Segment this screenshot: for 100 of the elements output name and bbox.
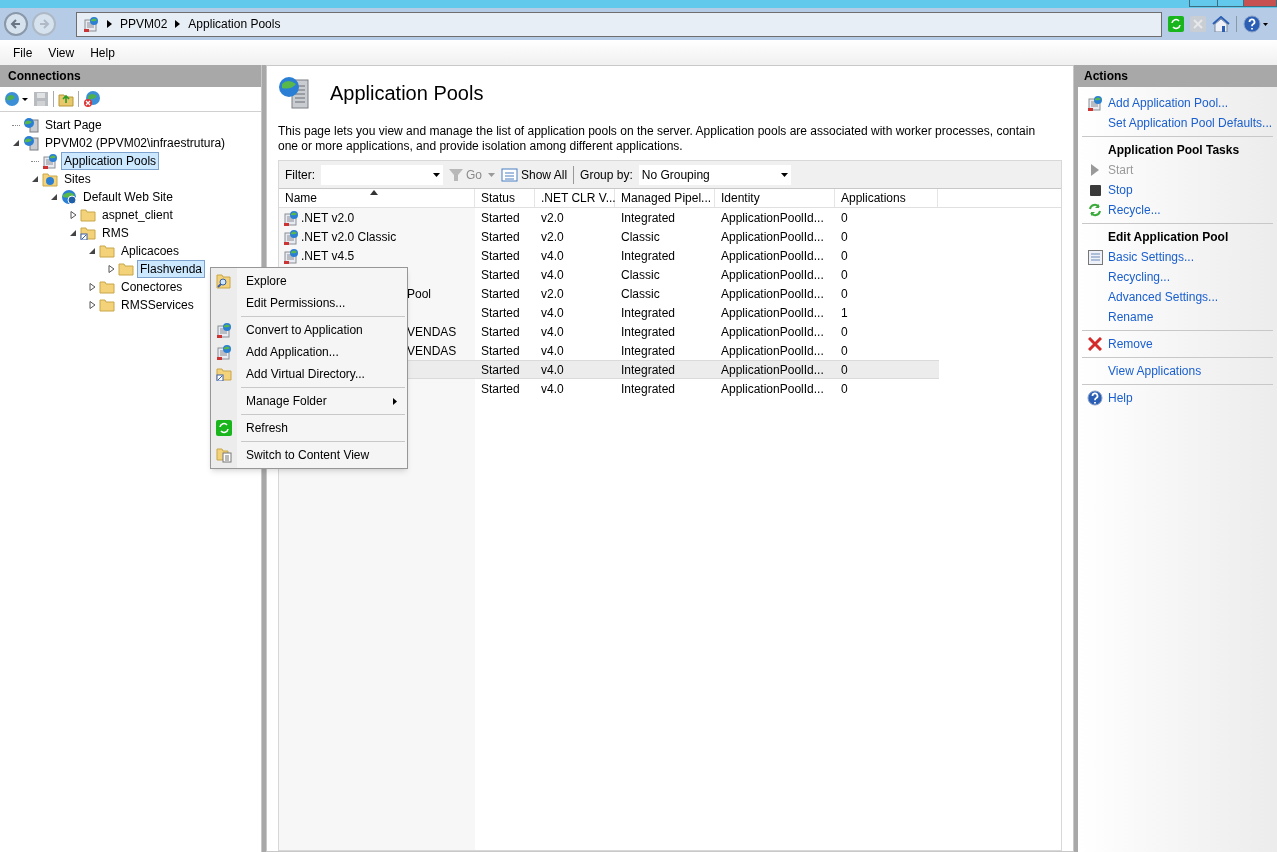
action-link[interactable]: Advanced Settings... [1108,288,1219,306]
table-cell-text: 0 [841,380,848,398]
action-link[interactable]: Add Application Pool... [1108,94,1229,112]
group-by-label: Group by: [580,166,633,184]
action-link[interactable]: Recycling... [1108,268,1171,286]
column-header[interactable]: .NET CLR V... [535,189,615,207]
help-icon[interactable] [1243,15,1269,33]
server-icon [23,135,39,151]
disconnect-globe-icon[interactable] [83,90,101,108]
table-cell-text: Integrated [621,209,676,227]
action-link[interactable]: Recycle... [1108,201,1161,219]
tree-item[interactable]: Default Web Site [80,188,176,206]
table-row[interactable]: .NET v2.0 Started v2.0 Integrated ApplicationPoolId... 0 [279,208,939,227]
show-all-button[interactable]: Show All [501,165,568,184]
expanded-arrow-icon[interactable] [31,175,39,183]
column-header[interactable]: Identity [715,189,835,207]
tree-item[interactable]: RMS [99,224,132,242]
action-link[interactable]: Basic Settings... [1108,248,1195,266]
menu-item[interactable]: Switch to Content View [211,444,407,466]
menu-item[interactable]: Manage Folder [211,390,407,412]
folder-icon [99,244,115,258]
table-cell-text: ApplicationPoolId... [721,266,824,284]
home-icon[interactable] [1212,16,1230,32]
tree-item[interactable]: RMSServices [118,296,197,314]
app-pool-icon [283,209,299,226]
address-bar[interactable]: PPVM02 Application Pools [76,11,1162,37]
app-page-icon [216,322,232,338]
expanded-arrow-icon[interactable] [12,139,20,147]
action-link[interactable]: Stop [1108,181,1133,199]
group-by-dropdown[interactable]: No Grouping [638,164,791,185]
column-header[interactable]: Status [475,189,535,207]
delete-x-icon [1088,337,1102,351]
menu-item[interactable]: Add Application... [211,341,407,363]
table-cell-text: ApplicationPoolId... [721,342,824,360]
help-icon [1087,390,1103,406]
folder-icon [80,208,96,222]
table-cell-text: ApplicationPoolId... [721,361,824,379]
action-link[interactable]: View Applications [1108,362,1202,380]
table-row[interactable]: .NET v4.5 Started v4.0 Integrated ApplicationPoolId... 0 [279,246,939,265]
panel-header: Connections [0,65,261,87]
globe-dropdown-icon[interactable] [3,90,29,108]
action-link[interactable]: Set Application Pool Defaults... [1108,114,1273,132]
expanded-arrow-icon[interactable] [50,193,58,201]
collapsed-arrow-icon[interactable] [69,211,77,219]
column-header[interactable]: Applications [835,189,938,207]
tree-item[interactable]: Conectores [118,278,186,296]
expanded-arrow-icon[interactable] [69,229,77,237]
action-link[interactable]: Help [1108,389,1133,407]
collapsed-arrow-icon[interactable] [107,265,115,273]
menu-item[interactable]: Edit Permissions... [211,292,407,314]
settings-window-icon [1087,249,1103,265]
tree-item[interactable]: Sites [61,170,94,188]
tree-item[interactable]: Application Pools [61,152,160,170]
table-cell-text: ApplicationPoolId... [721,285,824,303]
app-page-icon [216,344,232,360]
column-header[interactable]: Name [279,189,475,207]
tree-item[interactable]: aspnet_client [99,206,176,224]
table-cell-text: 1 [841,304,848,322]
refresh-icon[interactable] [1168,16,1184,32]
breadcrumb[interactable]: Application Pools [188,15,281,33]
chevron-icon[interactable] [175,20,181,28]
table-cell-text: 0 [841,247,848,265]
column-header[interactable]: Managed Pipel... [615,189,715,207]
table-cell-text: v4.0 [541,266,564,284]
table-cell-text: v2.0 [541,285,564,303]
tree-item[interactable]: Flashvenda [137,260,206,278]
tree-item[interactable]: Start Page [42,116,105,134]
table-cell-text: Started [481,247,520,265]
expanded-arrow-icon[interactable] [88,247,96,255]
menu-item[interactable]: Refresh [211,417,407,439]
collapsed-arrow-icon[interactable] [88,283,96,291]
table-cell-text: 0 [841,361,848,379]
table-cell-text: Started [481,266,520,284]
server-icon [23,117,39,133]
table-cell-text: Classic [621,285,660,303]
table-cell-text: v2.0 [541,209,564,227]
app-pool-add-icon [1087,95,1103,111]
tree-item[interactable]: Aplicacoes [118,242,183,260]
menu-item[interactable]: File [6,41,40,64]
chevron-icon[interactable] [107,20,112,28]
table-cell-text: ApplicationPoolId... [721,247,824,265]
table-cell-text: ApplicationPoolId... [721,304,824,322]
dropdown-arrow-icon [433,172,440,177]
menu-item[interactable]: Explore [211,270,407,292]
menu-item[interactable]: View [41,41,82,64]
table-cell-text: 0 [841,209,848,227]
folder-up-icon[interactable] [58,91,74,107]
collapsed-arrow-icon[interactable] [88,301,96,309]
table-row[interactable]: .NET v2.0 Classic Started v2.0 Classic ApplicationPoolId... 0 [279,227,939,246]
table-cell-text: ApplicationPoolId... [721,323,824,341]
action-link[interactable]: Rename [1108,308,1154,326]
filter-label: Filter: [285,166,315,184]
breadcrumb[interactable]: PPVM02 [120,15,168,33]
back-button[interactable] [4,12,28,36]
page-description: This page lets you view and manage the list of application pools on the server. Application pools are associated with worker processes, contain one or more applications, and provide isolation among different applications. [278,124,1037,154]
action-link[interactable]: Remove [1108,335,1153,353]
tree-item[interactable]: PPVM02 (PPVM02\infraestrutura) [42,134,229,152]
menu-item[interactable]: Convert to Application [211,319,407,341]
menu-item[interactable]: Help [83,41,122,64]
table-cell-text: VENDAS [407,323,457,341]
